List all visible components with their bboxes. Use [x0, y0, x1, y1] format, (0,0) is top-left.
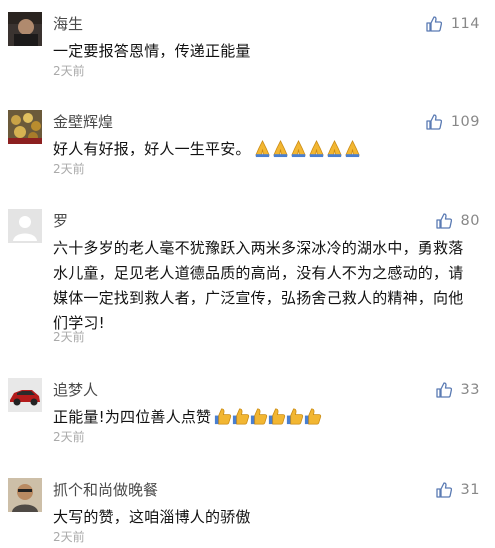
username[interactable]: 罗: [53, 211, 68, 231]
timestamp: 2天前: [53, 530, 85, 544]
like-button[interactable]: 114: [426, 14, 480, 34]
timestamp: 2天前: [53, 430, 85, 444]
username[interactable]: 金壁辉煌: [53, 112, 113, 132]
timestamp: 2天前: [53, 162, 85, 176]
thumbs-up-emoji-icon: [215, 408, 232, 425]
praying-hands-emojis: [253, 139, 361, 166]
like-count: 109: [450, 114, 480, 130]
like-count: 114: [450, 16, 480, 32]
thumbs-up-icon: [435, 382, 452, 398]
like-count: 31: [460, 482, 480, 498]
thumbs-up-emoji-icon: [305, 408, 322, 425]
username[interactable]: 追梦人: [53, 380, 98, 400]
thumbs-up-emojis: [213, 407, 322, 434]
comment-text: 正能量!为四位善人点赞: [53, 405, 478, 434]
avatar[interactable]: [8, 110, 42, 144]
thumbs-up-icon: [426, 114, 442, 130]
praying-hands-icon: [326, 140, 342, 158]
comment-text: 好人有好报，好人一生平安。: [53, 137, 478, 166]
comment-text: 大写的赞，这咱淄博人的骄傲: [53, 508, 251, 526]
thumbs-up-emoji-icon: [251, 408, 268, 425]
comment-text-body: 好人有好报，好人一生平安。: [53, 140, 251, 158]
like-count: 80: [460, 213, 480, 229]
avatar[interactable]: [8, 378, 42, 412]
red-car-photo-icon: [8, 378, 42, 412]
thumbs-up-emoji-icon: [233, 408, 250, 425]
praying-hands-icon: [290, 140, 306, 158]
thumbs-up-icon: [426, 16, 442, 32]
gold-coins-photo-icon: [8, 110, 42, 144]
comment-text: 六十多岁的老人毫不犹豫跃入两米多深冰冷的湖水中，勇救落水儿童，足见老人道德品质的…: [53, 239, 464, 332]
like-button[interactable]: 80: [435, 211, 480, 231]
timestamp: 2天前: [53, 64, 85, 78]
thumbs-up-emoji-icon: [269, 408, 286, 425]
like-button[interactable]: 109: [426, 112, 480, 132]
default-avatar-icon: [8, 209, 42, 243]
comment-text: 一定要报答恩情，传递正能量: [53, 42, 251, 60]
praying-hands-icon: [308, 140, 324, 158]
thumbs-up-icon: [435, 482, 452, 498]
like-button[interactable]: 33: [435, 380, 480, 400]
like-count: 33: [460, 382, 480, 398]
praying-hands-icon: [272, 140, 288, 158]
person-photo-icon: [8, 12, 42, 46]
praying-hands-icon: [344, 140, 360, 158]
avatar[interactable]: [8, 478, 42, 512]
thumbs-up-icon: [435, 213, 452, 229]
praying-hands-icon: [254, 140, 270, 158]
username[interactable]: 抓个和尚做晚餐: [53, 480, 158, 500]
comment-text-body: 正能量!为四位善人点赞: [53, 408, 212, 426]
username[interactable]: 海生: [53, 14, 83, 34]
timestamp: 2天前: [53, 330, 85, 344]
man-photo-icon: [8, 478, 42, 512]
thumbs-up-emoji-icon: [287, 408, 304, 425]
avatar[interactable]: [8, 209, 42, 243]
avatar[interactable]: [8, 12, 42, 46]
like-button[interactable]: 31: [435, 480, 480, 500]
